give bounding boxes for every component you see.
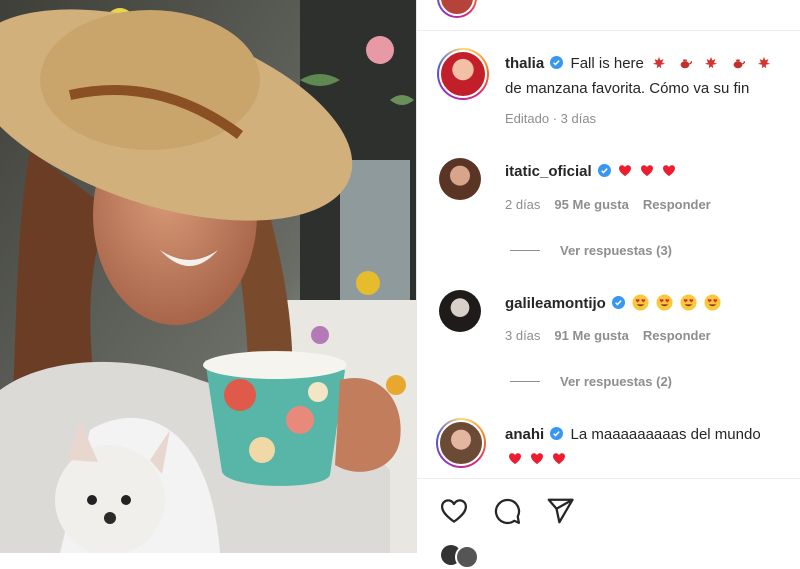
red-heart-emoji: [531, 453, 543, 465]
heart-eyes-emoji: [680, 294, 697, 311]
reply-button[interactable]: Responder: [643, 328, 711, 343]
heart-eyes-emoji: [704, 294, 721, 311]
maple-leaf-icon: [705, 56, 718, 69]
commenter-avatar[interactable]: [436, 418, 486, 468]
comment-time: 2 días: [505, 197, 541, 212]
red-heart-emoji: [619, 165, 632, 177]
view-replies-label: Ver respuestas (2): [560, 374, 673, 389]
teapot-icon: [733, 59, 745, 69]
post-meta: Editado · 3 días: [505, 111, 597, 126]
comment-text: itatic_oficial: [505, 163, 684, 180]
verified-badge-icon: [550, 427, 564, 440]
reply-button[interactable]: Responder: [643, 197, 711, 212]
header-avatar[interactable]: [437, 0, 477, 18]
panel-divider: [416, 0, 417, 553]
like-button[interactable]: [439, 496, 469, 526]
comment-icon: [494, 498, 521, 525]
liked-by-avatar: [455, 545, 479, 569]
comment-emoji-line: [508, 451, 574, 468]
view-replies-button[interactable]: Ver respuestas (3): [510, 243, 672, 258]
comment-username[interactable]: itatic_oficial: [505, 163, 592, 180]
commenter-avatar[interactable]: [439, 158, 481, 200]
maple-leaf-icon: [652, 56, 666, 69]
comment-button[interactable]: [492, 496, 522, 526]
verified-badge-icon: [612, 296, 626, 309]
comment-username[interactable]: galileamontijo: [505, 295, 606, 312]
comment-body: La maaaaaaaaas del mundo: [570, 426, 761, 443]
view-replies-label: Ver respuestas (3): [560, 243, 673, 258]
red-heart-emoji: [553, 453, 565, 465]
comment-meta: 2 días 95 Me gusta Responder: [505, 197, 711, 212]
actions-divider: [416, 478, 800, 479]
heart-icon: [441, 499, 467, 523]
view-replies-button[interactable]: Ver respuestas (2): [510, 374, 672, 389]
author-username[interactable]: thalia: [505, 55, 544, 72]
comment-text: galileamontijo: [505, 294, 728, 312]
teapot-icon: [680, 59, 693, 69]
comment-username[interactable]: anahi: [505, 426, 544, 443]
verified-badge-icon: [550, 56, 564, 69]
maple-leaf-icon: [757, 56, 770, 69]
verified-badge-icon: [597, 164, 611, 177]
comment-text: anahi La maaaaaaaaas del mundo: [505, 426, 761, 443]
share-button[interactable]: [545, 496, 575, 526]
red-heart-emoji: [509, 453, 521, 465]
caption-text: Fall is here: [570, 55, 644, 72]
caption-line-1: thalia Fall is here: [505, 55, 775, 72]
heart-eyes-emoji: [656, 294, 673, 311]
author-avatar[interactable]: [437, 48, 489, 100]
comment-meta: 3 días 91 Me gusta Responder: [505, 328, 711, 343]
post-photo: [0, 0, 416, 553]
heart-eyes-emoji: [632, 294, 649, 311]
comment-likes[interactable]: 91 Me gusta: [554, 328, 628, 343]
comment-likes[interactable]: 95 Me gusta: [554, 197, 628, 212]
commenter-avatar[interactable]: [439, 290, 481, 332]
red-heart-emoji: [641, 165, 654, 177]
header-divider: [416, 30, 800, 31]
comment-time: 3 días: [505, 328, 541, 343]
share-icon: [547, 498, 574, 524]
red-heart-emoji: [663, 165, 676, 177]
photo-illustration: [0, 0, 416, 553]
caption-line-2: de manzana favorita. Cómo va su fin: [505, 80, 750, 97]
